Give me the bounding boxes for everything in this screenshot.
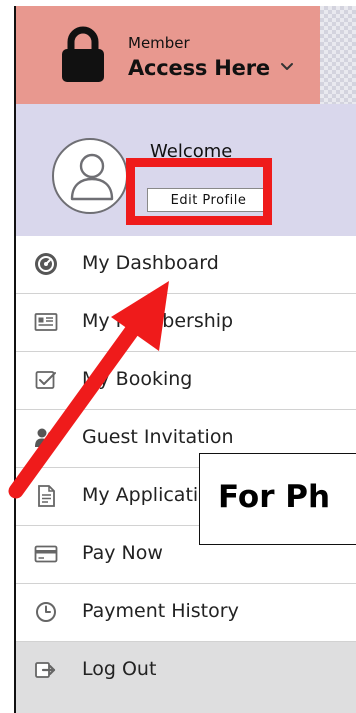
menu-item-label: My Dashboard (82, 252, 219, 274)
lock-icon (62, 26, 104, 82)
overlay-callout: For Ph (199, 453, 356, 545)
dashboard-gauge-icon (34, 252, 58, 276)
menu-item-my-dashboard[interactable]: My Dashboard (16, 236, 356, 294)
menu-item-payment-history[interactable]: Payment History (16, 584, 356, 642)
annotation-highlight-box (126, 158, 272, 225)
chevron-down-icon[interactable] (280, 62, 294, 72)
member-label: Member (128, 34, 190, 52)
clock-icon (34, 600, 58, 624)
menu-item-label: My Membership (82, 310, 234, 332)
page: Member Access Here Welcome Edit Profile (0, 0, 356, 713)
user-avatar-icon (70, 153, 114, 201)
credit-card-icon (34, 542, 58, 566)
overlay-callout-text: For Ph (218, 479, 331, 515)
menu-item-label: Log Out (82, 658, 157, 680)
logout-arrow-icon (34, 658, 58, 682)
member-menu-panel: Member Access Here Welcome Edit Profile (14, 4, 356, 713)
menu-item-label: Guest Invitation (82, 426, 234, 448)
background-pattern-strip (320, 6, 356, 104)
avatar[interactable] (52, 138, 128, 214)
document-icon (34, 484, 58, 508)
menu-item-my-membership[interactable]: My Membership (16, 294, 356, 352)
membership-card-icon (34, 310, 58, 334)
booking-check-icon (34, 368, 58, 392)
menu-item-label: Pay Now (82, 542, 163, 564)
menu-item-label: My Booking (82, 368, 193, 390)
top-cut-fragment (0, 0, 356, 6)
menu-item-my-booking[interactable]: My Booking (16, 352, 356, 410)
member-access-header[interactable]: Member Access Here (16, 6, 320, 104)
menu-item-label: Payment History (82, 600, 239, 622)
guest-invitation-icon (34, 426, 58, 450)
access-here-label: Access Here (128, 56, 270, 80)
menu-item-log-out[interactable]: Log Out (16, 642, 356, 713)
